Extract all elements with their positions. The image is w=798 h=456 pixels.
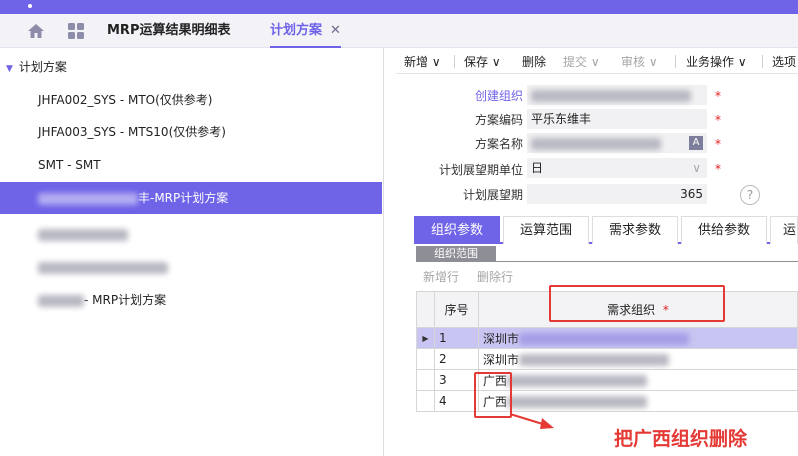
tree-root[interactable]: ▼ 计划方案 bbox=[6, 58, 67, 75]
divider bbox=[675, 55, 676, 68]
parameter-tabs: 组织参数 运算范围 需求参数 供给参数 运 bbox=[414, 216, 798, 244]
tab-org-params[interactable]: 组织参数 bbox=[414, 216, 501, 244]
tab-calc-scope[interactable]: 运算范围 bbox=[503, 216, 590, 244]
tree-item-label: JHFA003_SYS - MTS10(仅供参考) bbox=[38, 125, 226, 139]
annotation-text: 把广西组织删除 bbox=[614, 428, 748, 450]
tree-item-selected[interactable]: 丰-MRP计划方案 bbox=[0, 182, 382, 214]
divider bbox=[762, 55, 763, 68]
code-field[interactable]: 平乐东维丰 bbox=[527, 109, 707, 129]
tab-mrp-result[interactable]: MRP运算结果明细表 bbox=[107, 14, 230, 48]
new-button[interactable]: 新增 ∨ bbox=[404, 53, 441, 70]
tree-item-label: SMT - SMT bbox=[38, 158, 101, 172]
create-org-field[interactable] bbox=[527, 85, 707, 105]
redacted-text bbox=[519, 354, 670, 366]
add-row-button[interactable]: 新增行 bbox=[423, 268, 459, 285]
row-org[interactable]: 深圳市 bbox=[478, 327, 798, 349]
tree-item[interactable]: JHFA003_SYS - MTS10(仅供参考) bbox=[0, 116, 382, 148]
row-seq: 1 bbox=[434, 327, 479, 349]
row-org[interactable]: 广西 bbox=[478, 369, 798, 391]
annotation-box-header bbox=[549, 285, 725, 322]
redacted-text bbox=[507, 375, 648, 387]
divider bbox=[416, 261, 798, 262]
apps-grid-icon[interactable] bbox=[67, 23, 85, 39]
delete-row-button[interactable]: 删除行 bbox=[477, 268, 513, 285]
detail-pane: 新增 ∨ 保存 ∨ 删除 提交 ∨ 审核 ∨ 业务操作 ∨ 选项 创建组织 * … bbox=[396, 48, 798, 456]
close-icon[interactable]: ✕ bbox=[330, 23, 341, 38]
tree-item[interactable] bbox=[0, 251, 382, 283]
name-field[interactable]: A bbox=[527, 133, 707, 153]
business-ops-button[interactable]: 业务操作 ∨ bbox=[686, 53, 747, 70]
tab-label: MRP运算结果明细表 bbox=[107, 23, 231, 38]
tab-label: 计划方案 bbox=[270, 23, 323, 38]
row-org[interactable]: 广西 bbox=[478, 390, 798, 412]
row-pointer-icon: ▶ bbox=[416, 327, 435, 349]
row-pointer-cell bbox=[416, 390, 435, 412]
name-label: 方案名称 bbox=[474, 137, 523, 151]
row-seq: 4 bbox=[434, 390, 479, 412]
chevron-down-icon[interactable]: ∨ bbox=[692, 158, 701, 178]
required-mark: * bbox=[715, 113, 721, 127]
redacted-text bbox=[531, 137, 661, 150]
redacted-text bbox=[507, 396, 648, 408]
redacted-text bbox=[38, 192, 138, 205]
home-icon[interactable] bbox=[27, 23, 45, 39]
delete-button[interactable]: 删除 bbox=[522, 53, 546, 70]
divider bbox=[454, 55, 455, 68]
tree-pane: ▼ 计划方案 JHFA002_SYS - MTO(仅供参考) JHFA003_SY… bbox=[0, 48, 384, 456]
indicator-dot bbox=[28, 4, 32, 8]
tab-bar: MRP运算结果明细表 计划方案 ✕ bbox=[0, 14, 798, 48]
table-row[interactable]: 2 深圳市 bbox=[416, 348, 798, 370]
redacted-text bbox=[38, 261, 168, 274]
code-label: 方案编码 bbox=[474, 113, 523, 127]
org-value: 深圳市 bbox=[483, 331, 520, 346]
row-seq: 2 bbox=[434, 348, 479, 370]
redacted-text bbox=[519, 333, 690, 345]
tree-item[interactable]: SMT - SMT bbox=[0, 149, 382, 181]
redacted-text bbox=[38, 228, 128, 241]
tab-plan-scheme[interactable]: 计划方案 ✕ bbox=[270, 14, 341, 48]
org-value: 深圳市 bbox=[483, 352, 520, 367]
help-icon[interactable]: ? bbox=[740, 185, 760, 205]
options-button[interactable]: 选项 bbox=[772, 53, 796, 70]
row-pointer-cell bbox=[416, 369, 435, 391]
header-seq: 序号 bbox=[434, 291, 479, 328]
tab-supply-params[interactable]: 供给参数 bbox=[681, 216, 768, 244]
tree-item[interactable]: JHFA002_SYS - MTO(仅供参考) bbox=[0, 84, 382, 116]
redacted-text bbox=[531, 89, 691, 102]
header-cell bbox=[416, 291, 435, 328]
section-tab-org-scope[interactable]: 组织范围 bbox=[416, 246, 496, 262]
required-mark: * bbox=[715, 89, 721, 103]
tree-item-label: 丰-MRP计划方案 bbox=[138, 191, 229, 205]
table-row[interactable]: ▶ 1 深圳市 bbox=[416, 327, 798, 349]
caret-down-icon[interactable]: ▼ bbox=[6, 64, 13, 74]
period-label: 计划展望期 bbox=[462, 188, 523, 202]
submit-button[interactable]: 提交 ∨ bbox=[563, 53, 600, 70]
tab-more[interactable]: 运 bbox=[770, 216, 798, 244]
annotation-box-rows bbox=[474, 372, 512, 418]
audit-button[interactable]: 审核 ∨ bbox=[621, 53, 658, 70]
period-unit-value: 日 bbox=[531, 161, 544, 175]
period-field[interactable]: 365 bbox=[527, 184, 707, 204]
row-pointer-cell bbox=[416, 348, 435, 370]
period-unit-select[interactable]: 日 ∨ bbox=[527, 158, 707, 178]
required-mark: * bbox=[715, 162, 721, 176]
toolbar: 新增 ∨ 保存 ∨ 删除 提交 ∨ 审核 ∨ 业务操作 ∨ 选项 bbox=[396, 48, 798, 74]
tab-demand-params[interactable]: 需求参数 bbox=[592, 216, 679, 244]
tree-item[interactable]: - MRP计划方案 bbox=[0, 284, 382, 316]
tree-root-label: 计划方案 bbox=[18, 60, 67, 74]
tree-item-label: - MRP计划方案 bbox=[84, 293, 167, 307]
tree-item[interactable] bbox=[0, 218, 382, 250]
row-seq: 3 bbox=[434, 369, 479, 391]
tree-item-label: JHFA002_SYS - MTO(仅供参考) bbox=[38, 93, 213, 107]
language-icon[interactable]: A bbox=[689, 136, 703, 150]
annotation-arrow-icon bbox=[509, 413, 554, 429]
row-org[interactable]: 深圳市 bbox=[478, 348, 798, 370]
required-mark: * bbox=[715, 137, 721, 151]
create-org-label[interactable]: 创建组织 bbox=[396, 87, 523, 104]
save-button[interactable]: 保存 ∨ bbox=[464, 53, 501, 70]
redacted-text bbox=[38, 294, 84, 307]
top-accent-strip bbox=[0, 0, 798, 14]
period-unit-label: 计划展望期单位 bbox=[438, 163, 523, 177]
